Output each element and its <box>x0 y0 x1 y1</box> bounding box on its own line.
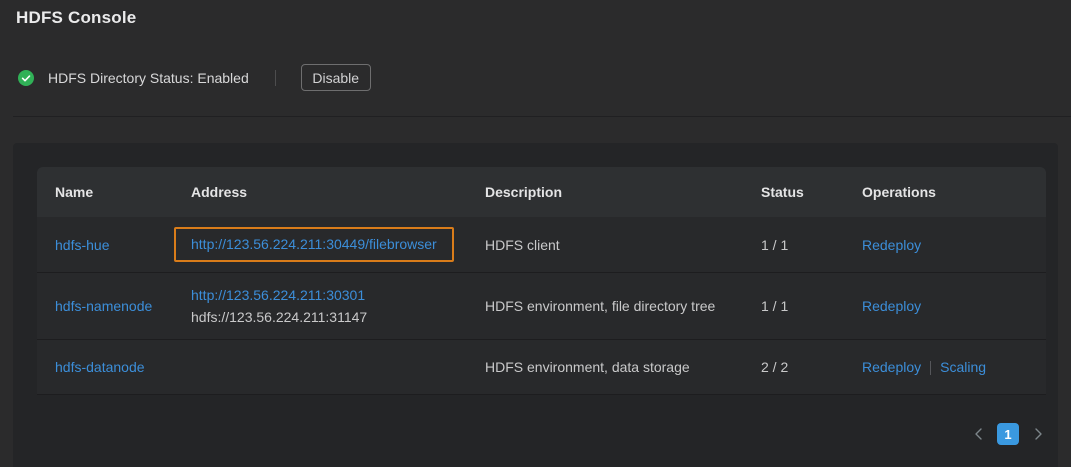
table-row-hdfs-datanode: hdfs-datanode HDFS environment, data sto… <box>37 340 1046 395</box>
page-title: HDFS Console <box>16 8 136 28</box>
chevron-right-icon[interactable] <box>1030 423 1046 445</box>
service-address-hdfs: hdfs://123.56.224.211:31147 <box>191 306 467 328</box>
column-header-description: Description <box>467 184 743 200</box>
section-divider <box>13 116 1071 117</box>
services-table: Name Address Description Status Operatio… <box>37 167 1046 395</box>
scaling-link[interactable]: Scaling <box>940 359 986 375</box>
check-circle-icon <box>18 70 34 86</box>
table-row-hdfs-hue: hdfs-hue http://123.56.224.211:30449/fil… <box>37 217 1046 273</box>
chevron-left-icon[interactable] <box>970 423 986 445</box>
redeploy-link[interactable]: Redeploy <box>862 237 921 253</box>
column-header-status: Status <box>743 184 844 200</box>
table-row-hdfs-namenode: hdfs-namenode http://123.56.224.211:3030… <box>37 273 1046 340</box>
hdfs-status-bar: HDFS Directory Status: Enabled Disable <box>18 63 371 92</box>
redeploy-link[interactable]: Redeploy <box>862 298 921 314</box>
service-status: 1 / 1 <box>743 298 844 314</box>
service-address-link[interactable]: http://123.56.224.211:30449/filebrowser <box>191 236 437 252</box>
service-description: HDFS environment, data storage <box>467 359 743 375</box>
service-description: HDFS environment, file directory tree <box>467 298 743 314</box>
status-divider <box>275 70 276 86</box>
service-name-link[interactable]: hdfs-datanode <box>55 359 145 375</box>
service-status: 1 / 1 <box>743 237 844 253</box>
service-name-link[interactable]: hdfs-hue <box>55 237 109 253</box>
pagination: 1 <box>970 423 1046 445</box>
service-description: HDFS client <box>467 237 743 253</box>
table-header-row: Name Address Description Status Operatio… <box>37 167 1046 217</box>
hdfs-status-label: HDFS Directory Status: Enabled <box>48 70 249 86</box>
operations-divider <box>930 361 931 375</box>
column-header-address: Address <box>173 184 467 200</box>
address-highlight-box: http://123.56.224.211:30449/filebrowser <box>174 227 454 262</box>
column-header-operations: Operations <box>844 184 1046 200</box>
disable-button[interactable]: Disable <box>301 64 371 91</box>
service-address-link[interactable]: http://123.56.224.211:30301 <box>191 287 365 303</box>
page-number-button[interactable]: 1 <box>997 423 1019 445</box>
column-header-name: Name <box>37 184 173 200</box>
redeploy-link[interactable]: Redeploy <box>862 359 921 375</box>
service-status: 2 / 2 <box>743 359 844 375</box>
service-name-link[interactable]: hdfs-namenode <box>55 298 152 314</box>
services-card: Name Address Description Status Operatio… <box>13 143 1058 467</box>
